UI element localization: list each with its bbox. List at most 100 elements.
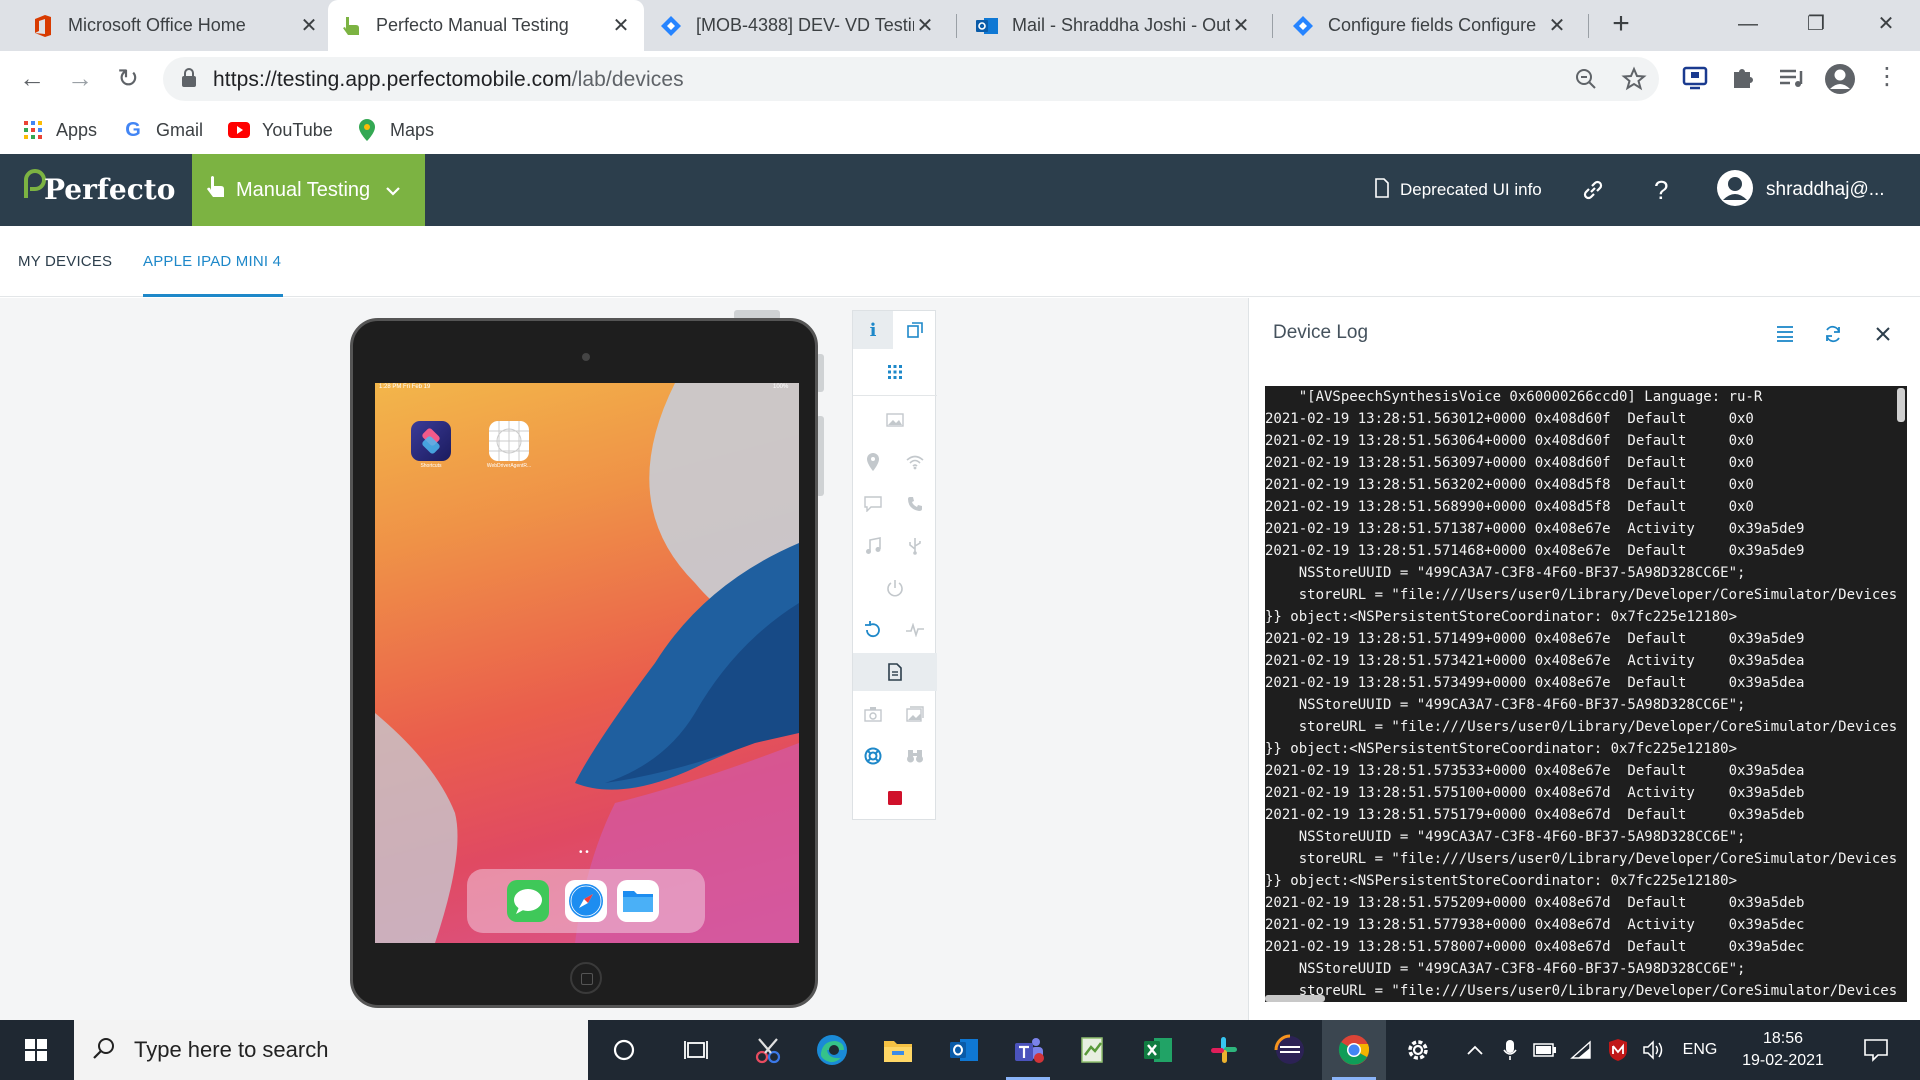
tab-my-devices[interactable]: MY DEVICES <box>18 226 112 297</box>
deprecated-ui-info-link[interactable]: Deprecated UI info <box>1374 154 1542 226</box>
bookmark-maps[interactable]: Maps <box>356 116 434 144</box>
usb-icon[interactable] <box>895 527 935 565</box>
log-line: 2021-02-19 13:28:51.563202+0000 0x408d5f… <box>1265 477 1754 493</box>
outlook-taskbar-icon[interactable] <box>932 1020 996 1080</box>
device-screen[interactable]: 1:28 PM Fri Feb 19 100% Shortcuts WebDri… <box>375 383 799 943</box>
notification-center-icon[interactable] <box>1846 1020 1906 1080</box>
tab-apple-ipad-mini-4[interactable]: APPLE IPAD MINI 4 <box>143 226 283 297</box>
files-app-icon[interactable] <box>617 880 659 922</box>
refresh-log-icon[interactable] <box>1819 320 1847 348</box>
tab-mob-4388[interactable]: [MOB-4388] DEV- VD Testin ✕ <box>648 0 948 51</box>
reset-rotate-icon[interactable] <box>853 611 893 649</box>
apps-grid-icon[interactable] <box>875 353 915 391</box>
menu-kebab-icon[interactable]: ⋮ <box>1872 63 1902 93</box>
rotate-copy-icon[interactable] <box>895 311 935 349</box>
bookmark-youtube[interactable]: YouTube <box>228 116 333 144</box>
forward-arrow-icon[interactable]: → <box>62 61 98 97</box>
back-arrow-icon[interactable]: ← <box>14 61 50 97</box>
windows-start-icon[interactable] <box>0 1020 72 1080</box>
microphone-icon[interactable] <box>1496 1020 1524 1080</box>
restore-icon[interactable]: ❐ <box>1796 6 1836 42</box>
settings-gear-icon[interactable] <box>1386 1020 1450 1080</box>
reload-icon[interactable]: ↻ <box>110 61 146 97</box>
log-line: 2021-02-19 13:28:51.573533+0000 0x408e67… <box>1265 763 1805 779</box>
notepad-plus-icon[interactable] <box>1060 1020 1124 1080</box>
device-log-icon[interactable] <box>853 653 937 691</box>
file-explorer-icon[interactable] <box>866 1020 930 1080</box>
phone-icon[interactable] <box>895 485 935 523</box>
shortcuts-app-icon[interactable] <box>411 421 451 461</box>
eclipse-icon[interactable] <box>1258 1020 1322 1080</box>
mcafee-shield-icon[interactable] <box>1602 1020 1634 1080</box>
close-icon[interactable]: ✕ <box>914 13 936 38</box>
tab-mail-outlook[interactable]: Mail - Shraddha Joshi - Out ✕ <box>964 0 1264 51</box>
vitals-pulse-icon[interactable] <box>895 611 935 649</box>
binoculars-icon[interactable] <box>895 737 935 775</box>
perfecto-logo[interactable]: Perfecto <box>20 168 175 206</box>
user-menu[interactable]: shraddhaj@... <box>1716 154 1885 226</box>
network-wifi-icon[interactable] <box>1566 1020 1598 1080</box>
home-button[interactable] <box>570 962 602 994</box>
messages-app-icon[interactable] <box>507 880 549 922</box>
close-log-icon[interactable] <box>1869 320 1897 348</box>
taskbar-clock[interactable]: 18:56 19-02-2021 <box>1738 1020 1828 1080</box>
window-close-icon[interactable]: ✕ <box>1866 6 1906 42</box>
close-icon[interactable]: ✕ <box>1546 13 1568 38</box>
webdriveragent-app-icon[interactable] <box>489 421 529 461</box>
address-bar[interactable]: https://testing.app.perfectomobile.com/l… <box>163 57 1659 101</box>
wifi-icon[interactable] <box>895 443 935 481</box>
slack-icon[interactable] <box>1192 1020 1256 1080</box>
gallery-icon[interactable] <box>895 695 935 733</box>
taskbar-search-box[interactable]: Type here to search <box>74 1020 588 1080</box>
tab-configure-fields[interactable]: Configure fields Configure ✕ <box>1280 0 1580 51</box>
edge-browser-icon[interactable] <box>800 1020 864 1080</box>
log-line: 2021-02-19 13:28:51.563064+0000 0x408d60… <box>1265 433 1754 449</box>
close-icon[interactable]: ✕ <box>610 13 632 38</box>
close-icon[interactable]: ✕ <box>298 13 320 38</box>
info-icon[interactable]: i <box>853 311 893 349</box>
excel-icon[interactable] <box>1126 1020 1190 1080</box>
battery-icon[interactable] <box>1530 1020 1560 1080</box>
stop-session-icon[interactable] <box>875 779 915 817</box>
tab-perfecto-manual-testing[interactable]: Perfecto Manual Testing ✕ <box>328 0 644 51</box>
tray-chevron-up-icon[interactable] <box>1460 1020 1490 1080</box>
ios-battery: 100% <box>773 384 789 390</box>
safari-app-icon[interactable] <box>565 880 607 922</box>
bookmark-star-icon[interactable] <box>1621 66 1647 92</box>
wrap-lines-icon[interactable] <box>1771 320 1799 348</box>
message-icon[interactable] <box>853 485 893 523</box>
screenshot-icon[interactable] <box>853 695 893 733</box>
power-icon[interactable] <box>875 569 915 607</box>
log-horizontal-scrollbar[interactable] <box>1265 995 1325 1002</box>
support-lifebuoy-icon[interactable] <box>853 737 893 775</box>
chrome-icon[interactable] <box>1322 1020 1386 1080</box>
image-icon[interactable] <box>875 401 915 439</box>
close-icon[interactable]: ✕ <box>1230 13 1252 38</box>
log-vertical-scrollbar[interactable] <box>1897 388 1905 422</box>
bookmark-apps[interactable]: Apps <box>22 116 97 144</box>
link-icon[interactable] <box>1580 154 1606 226</box>
new-tab-plus-icon[interactable]: + <box>1604 8 1638 42</box>
snipping-tool-icon[interactable] <box>736 1020 800 1080</box>
input-language[interactable]: ENG <box>1676 1020 1724 1080</box>
teams-icon[interactable] <box>996 1020 1060 1080</box>
log-output[interactable]: "[AVSpeechSynthesisVoice 0x60000266ccd0]… <box>1265 386 1907 1002</box>
tab-microsoft-office-home[interactable]: Microsoft Office Home ✕ <box>20 0 332 51</box>
deprecated-ui-info-label: Deprecated UI info <box>1400 180 1542 199</box>
minimize-icon[interactable]: — <box>1728 6 1768 42</box>
manual-testing-dropdown[interactable]: Manual Testing <box>192 154 425 226</box>
profile-avatar-icon[interactable] <box>1824 63 1855 94</box>
bookmark-gmail[interactable]: G Gmail <box>122 116 203 144</box>
cast-screen-icon[interactable] <box>1680 63 1710 93</box>
task-view-icon[interactable] <box>664 1020 728 1080</box>
media-queue-icon[interactable] <box>1776 63 1806 93</box>
help-icon[interactable]: ? <box>1654 154 1668 226</box>
location-pin-icon[interactable] <box>853 443 893 481</box>
volume-speaker-icon[interactable] <box>1638 1020 1670 1080</box>
extensions-puzzle-icon[interactable] <box>1728 63 1758 93</box>
music-note-icon[interactable] <box>853 527 893 565</box>
logo-text: Perfecto <box>44 173 176 206</box>
cortana-icon[interactable] <box>592 1020 656 1080</box>
log-line: 2021-02-19 13:28:51.575209+0000 0x408e67… <box>1265 895 1805 911</box>
zoom-icon[interactable] <box>1573 66 1599 92</box>
